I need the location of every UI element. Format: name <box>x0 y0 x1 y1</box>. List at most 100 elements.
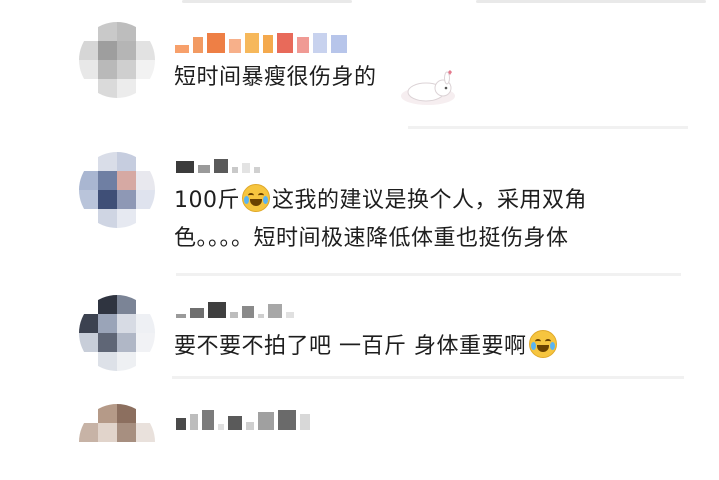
avatar-pixel <box>136 190 155 209</box>
avatar-pixel <box>117 314 136 333</box>
username-pixel <box>175 45 189 53</box>
avatar-pixel <box>117 295 136 314</box>
username-pixel <box>229 39 241 53</box>
username-pixel <box>230 312 238 318</box>
lying-rabbit-sticker <box>401 70 455 105</box>
username-blurred[interactable] <box>175 33 347 53</box>
avatar-pixel <box>79 22 98 41</box>
laughing-crying-emoji-icon <box>242 184 270 212</box>
avatar-pixel <box>136 404 155 423</box>
comment-text-line-2: 色。。。。短时间极速降低体重也挺伤身体 <box>174 226 569 251</box>
comment-item-3[interactable]: 要不要不拍了吧 一百斤 身体重要啊 <box>0 280 719 390</box>
avatar-pixel <box>117 79 136 98</box>
username-pixel <box>228 416 242 430</box>
avatar-pixel <box>79 190 98 209</box>
avatar-pixel <box>98 152 117 171</box>
comment-text: 100斤 这我的建议是换个人，采用双角 色。。。。短时间极速降低体重也挺伤身体 <box>174 182 694 258</box>
avatar-pixel <box>79 314 98 333</box>
username-pixel <box>242 306 254 318</box>
avatar-pixel <box>79 333 98 352</box>
username-pixel <box>245 33 259 53</box>
avatar-pixel <box>98 190 117 209</box>
avatar[interactable] <box>79 22 155 98</box>
username-pixel <box>232 167 238 173</box>
avatar-pixel <box>79 60 98 79</box>
avatar-pixel <box>98 41 117 60</box>
comment-text: 要不要不拍了吧 一百斤 身体重要啊 <box>174 328 559 366</box>
avatar-pixel <box>136 295 155 314</box>
username-pixel <box>176 161 194 173</box>
comment-text: 短时间暴瘦很伤身的 <box>174 59 377 97</box>
avatar-pixel <box>136 60 155 79</box>
username-pixel <box>300 414 310 430</box>
username-pixel <box>193 37 203 53</box>
avatar-pixel <box>79 171 98 190</box>
username-pixel <box>190 414 198 430</box>
avatar-pixel <box>79 404 98 423</box>
comment-divider <box>408 126 688 129</box>
username-pixel <box>207 33 225 53</box>
avatar[interactable] <box>79 152 155 228</box>
avatar-pixel <box>98 314 117 333</box>
username-pixel <box>258 412 274 430</box>
username-pixel <box>214 159 228 173</box>
avatar-pixel <box>117 152 136 171</box>
avatar-pixel <box>117 60 136 79</box>
avatar-pixel <box>98 333 117 352</box>
username-pixel <box>258 314 264 318</box>
username-blurred[interactable] <box>176 153 260 173</box>
username-blurred[interactable] <box>176 408 310 430</box>
avatar[interactable] <box>79 404 155 480</box>
avatar-pixel <box>136 152 155 171</box>
comment-text-line-1: 短时间暴瘦很伤身的 <box>174 65 377 90</box>
comment-item-2[interactable]: 100斤 这我的建议是换个人，采用双角 色。。。。短时间极速降低体重也挺伤身体 <box>0 130 719 280</box>
avatar-pixel <box>136 352 155 371</box>
avatar-pixel <box>117 352 136 371</box>
avatar-pixel <box>117 22 136 41</box>
comment-item-1[interactable]: 短时间暴瘦很伤身的 <box>0 0 719 130</box>
username-pixel <box>190 308 204 318</box>
avatar-pixel <box>117 41 136 60</box>
avatar-pixel <box>79 41 98 60</box>
username-pixel <box>277 33 293 53</box>
username-blurred[interactable] <box>176 298 294 318</box>
avatar-pixel <box>136 171 155 190</box>
comment-item-4[interactable] <box>0 390 719 442</box>
comment-text-line-1: 要不要不拍了吧 一百斤 身体重要啊 <box>174 334 527 359</box>
username-pixel <box>218 424 224 430</box>
username-pixel <box>278 410 296 430</box>
avatar-pixel <box>98 295 117 314</box>
avatar-pixel <box>98 171 117 190</box>
username-pixel <box>286 312 294 318</box>
avatar[interactable] <box>79 295 155 371</box>
avatar-pixel <box>98 60 117 79</box>
avatar-pixel <box>79 209 98 228</box>
comment-divider <box>176 273 681 276</box>
avatar-pixel <box>117 209 136 228</box>
username-pixel <box>242 163 250 173</box>
username-pixel <box>176 314 186 318</box>
avatar-pixel <box>79 152 98 171</box>
comment-text-line-1: 100斤 这我的建议是换个人，采用双角 <box>174 182 694 220</box>
avatar-pixel <box>136 22 155 41</box>
avatar-pixel <box>98 79 117 98</box>
avatar-pixel <box>136 333 155 352</box>
avatar-pixel <box>79 352 98 371</box>
avatar-pixel <box>79 79 98 98</box>
username-pixel <box>176 418 186 430</box>
avatar-pixel <box>98 404 117 423</box>
avatar-pixel <box>136 209 155 228</box>
avatar-pixel <box>117 171 136 190</box>
username-pixel <box>208 302 226 318</box>
username-pixel <box>331 35 347 53</box>
username-pixel <box>263 35 273 53</box>
username-pixel <box>246 422 254 430</box>
avatar-pixel <box>98 352 117 371</box>
avatar-pixel <box>79 295 98 314</box>
username-pixel <box>202 410 214 430</box>
laughing-crying-emoji-icon <box>528 330 557 358</box>
avatar-pixel <box>136 314 155 333</box>
comment-text-segment: 100斤 <box>174 188 240 213</box>
avatar-pixel <box>117 333 136 352</box>
avatar-pixel <box>117 190 136 209</box>
